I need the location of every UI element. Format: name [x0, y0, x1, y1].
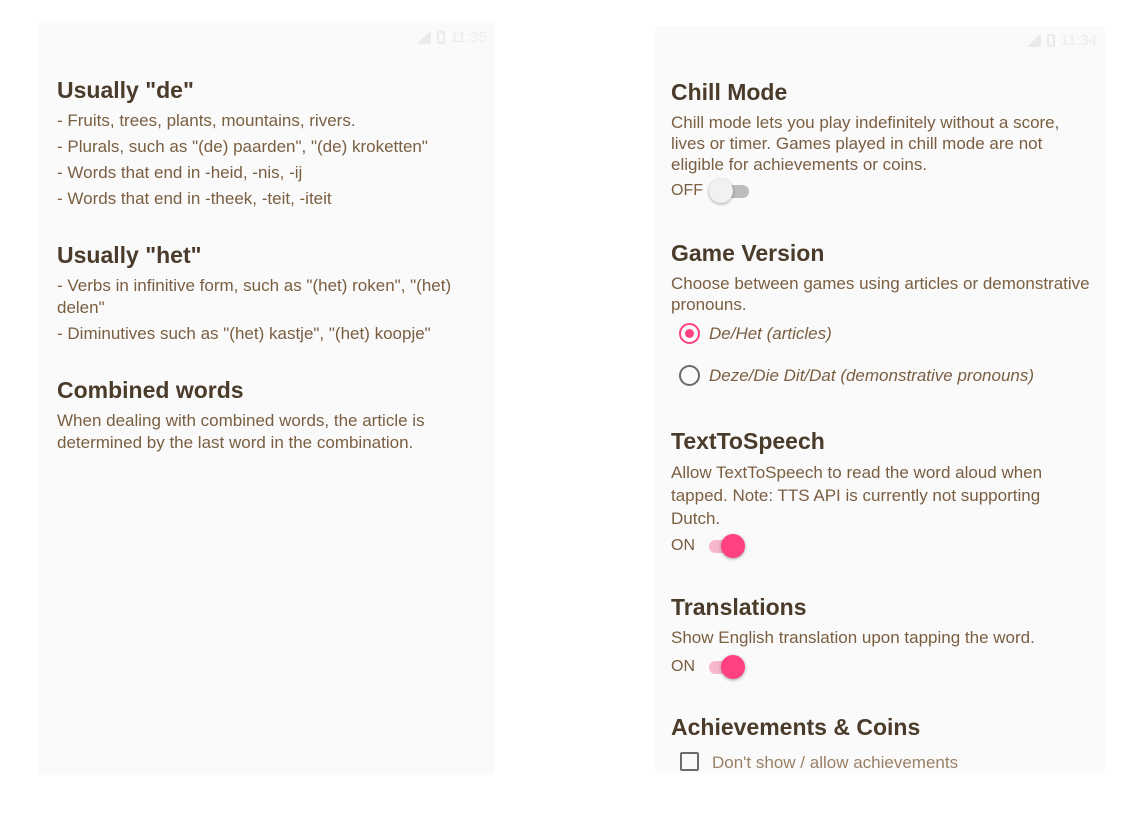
signal-icon: [416, 30, 431, 44]
rule-line: - Verbs in infinitive form, such as "(he…: [57, 276, 452, 317]
chill-mode-title: Chill Mode: [671, 79, 788, 105]
rule-paragraph: When dealing with combined words, the ar…: [57, 411, 425, 452]
achievements-title: Achievements & Coins: [671, 714, 921, 740]
rule-line: - Fruits, trees, plants, mountains, rive…: [57, 111, 356, 130]
settings-screen: 11:34 Chill Mode Chill mode lets you pla…: [655, 26, 1105, 773]
game-version-title: Game Version: [671, 240, 825, 266]
chill-mode-switch[interactable]: [709, 179, 753, 203]
radio-button-unchecked[interactable]: [679, 365, 700, 386]
rules-screen: 11:35 Usually "de" - Fruits, trees, plan…: [39, 23, 495, 775]
tts-toggle-label: ON: [671, 537, 695, 554]
translations-toggle-row[interactable]: ON: [671, 655, 745, 679]
chill-mode-toggle-label: OFF: [671, 182, 703, 199]
battery-icon: [436, 30, 445, 44]
chill-mode-description: Chill mode lets you play indefinitely wi…: [671, 113, 1060, 174]
section-title-combined: Combined words: [57, 377, 244, 403]
status-bar: 11:34: [1026, 30, 1097, 50]
status-bar: 11:35: [416, 27, 487, 47]
tts-switch[interactable]: [705, 534, 745, 558]
section-title-het: Usually "het": [57, 242, 202, 268]
section-title-de: Usually "de": [57, 77, 194, 103]
achievements-option-label: Don't show / allow achievements: [712, 753, 959, 772]
radio-option-demonstrative[interactable]: Deze/Die Dit/Dat (demonstrative pronouns…: [679, 365, 1034, 386]
radio-option-articles[interactable]: De/Het (articles): [679, 323, 832, 344]
chill-mode-toggle-row[interactable]: OFF: [671, 179, 753, 203]
rule-line: - Diminutives such as "(het) kastje", "(…: [57, 324, 431, 343]
tts-toggle-row[interactable]: ON: [671, 534, 745, 558]
translations-switch[interactable]: [705, 655, 745, 679]
status-time: 11:35: [450, 28, 487, 46]
switch-knob[interactable]: [721, 534, 745, 558]
rule-line: - Words that end in -heid, -nis, -ij: [57, 163, 303, 182]
status-time: 11:34: [1060, 31, 1097, 49]
rule-line: - Words that end in -theek, -teit, -itei…: [57, 189, 332, 208]
translations-toggle-label: ON: [671, 658, 695, 675]
game-version-description: Choose between games using articles or d…: [671, 274, 1090, 314]
switch-knob[interactable]: [709, 179, 733, 203]
rule-line: - Plurals, such as "(de) paarden", "(de)…: [57, 137, 428, 156]
tts-title: TextToSpeech: [671, 428, 825, 454]
signal-icon: [1026, 33, 1041, 47]
achievements-checkbox[interactable]: [680, 752, 699, 771]
radio-label: De/Het (articles): [709, 323, 832, 343]
translations-title: Translations: [671, 594, 807, 620]
tts-description: Allow TextToSpeech to read the word alou…: [671, 463, 1043, 528]
switch-knob[interactable]: [721, 655, 745, 679]
radio-button-checked[interactable]: [679, 323, 700, 344]
translations-description: Show English translation upon tapping th…: [671, 628, 1035, 647]
battery-icon: [1046, 33, 1055, 47]
radio-label: Deze/Die Dit/Dat (demonstrative pronouns…: [709, 365, 1035, 385]
